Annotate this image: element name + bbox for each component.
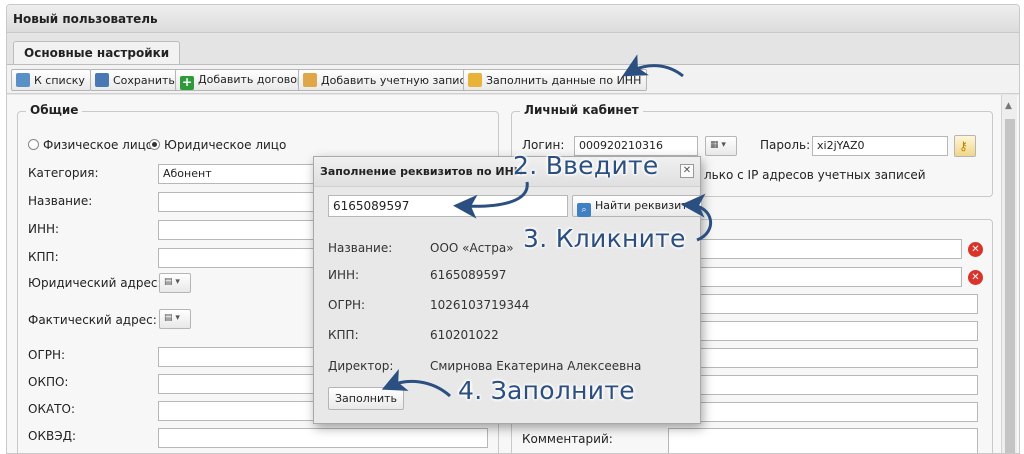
result-kpp-label: КПП: (328, 328, 359, 342)
contact-field-2[interactable] (668, 267, 962, 287)
contact-field-5[interactable] (668, 348, 978, 368)
result-name-value: ООО «Астра» (430, 241, 514, 255)
contact-field-4[interactable] (668, 321, 978, 341)
scroll-up-icon[interactable]: ▲ (1005, 101, 1012, 111)
add-contract-button[interactable]: + Добавить договор (175, 69, 310, 91)
tab-strip: Основные настройки (7, 34, 1019, 64)
add-account-button[interactable]: Добавить учетную запись (298, 69, 478, 91)
result-kpp-value: 610201022 (430, 328, 499, 342)
fill-button[interactable]: Заполнить (328, 387, 404, 410)
name-field[interactable] (158, 192, 318, 212)
radio-individual[interactable]: Физическое лицо (28, 138, 153, 152)
login-label: Логин: (522, 138, 565, 152)
error-icon: ✕ (968, 270, 983, 285)
radio-legal-entity[interactable]: Юридическое лицо (149, 138, 286, 152)
key-icon: ⚷ (959, 139, 968, 153)
inn-field[interactable] (158, 220, 318, 240)
magic-wand-icon (468, 73, 482, 87)
contact-field-6[interactable] (668, 375, 978, 395)
window-title: Новый пользователь (7, 5, 1019, 33)
address-card-icon: ▤ ▾ (164, 313, 180, 323)
radio-selected-icon (149, 139, 160, 150)
category-label: Категория: (28, 166, 99, 180)
kpp-field[interactable] (158, 248, 318, 268)
result-ogrn-label: ОГРН: (328, 298, 366, 312)
result-director-value: Смирнова Екатерина Алексеевна (430, 359, 642, 373)
tab-main-settings[interactable]: Основные настройки (13, 41, 181, 64)
save-icon (95, 73, 109, 87)
password-label: Пароль: (760, 138, 811, 152)
comment-label: Комментарий: (522, 432, 613, 446)
contact-field-1[interactable] (668, 239, 962, 259)
plus-icon: + (180, 75, 194, 90)
legal-address-button[interactable]: ▤ ▾ (159, 273, 191, 293)
comment-field[interactable] (668, 428, 978, 453)
address-card-icon: ▤ ▾ (164, 277, 180, 287)
find-requisites-button[interactable]: ⌕ Найти реквизиты (572, 195, 703, 217)
annotation-step-2: 2. Введите (513, 151, 659, 180)
scroll-thumb[interactable] (1005, 119, 1015, 453)
close-icon[interactable]: ✕ (680, 164, 694, 178)
radio-icon (28, 139, 39, 150)
actual-address-button[interactable]: ▤ ▾ (159, 309, 191, 329)
calendar-icon: ▦ ▾ (710, 140, 726, 150)
dialog-inn-input[interactable]: 6165089597 (328, 195, 568, 217)
name-label: Название: (28, 194, 93, 208)
generate-password-button[interactable]: ⚷ (954, 135, 976, 157)
login-options-button[interactable]: ▦ ▾ (705, 136, 737, 156)
result-inn-label: ИНН: (328, 268, 360, 282)
actual-address-label: Фактический адрес: (28, 313, 157, 327)
ip-note: лько с IP адресов учетных записей (704, 168, 926, 182)
annotation-step-3: 3. Кликните (523, 224, 686, 253)
okved-field[interactable] (158, 428, 488, 448)
annotation-step-4: 4. Заполните (458, 376, 635, 405)
user-add-icon (303, 73, 317, 87)
result-director-label: Директор: (328, 359, 394, 373)
result-ogrn-value: 1026103719344 (430, 298, 530, 312)
contact-field-3[interactable] (668, 294, 978, 314)
result-name-label: Название: (328, 241, 393, 255)
ogrn-label: ОГРН: (28, 348, 66, 362)
kpp-label: КПП: (28, 250, 59, 264)
error-icon: ✕ (968, 242, 983, 257)
password-field[interactable]: xi2jYAZ0 (812, 136, 948, 156)
cabinet-legend: Личный кабинет (520, 103, 643, 117)
okpo-label: ОКПО: (28, 375, 69, 389)
save-button[interactable]: Сохранить (90, 69, 181, 91)
result-inn-value: 6165089597 (430, 268, 507, 282)
inn-label: ИНН: (28, 222, 60, 236)
toolbar: К списку Сохранить + Добавить договор Доб… (7, 64, 1019, 94)
okved-label: ОКВЭД: (28, 429, 76, 443)
general-legend: Общие (26, 103, 83, 117)
category-field[interactable]: Абонент (158, 164, 318, 184)
list-icon (16, 73, 30, 87)
fill-by-inn-button[interactable]: Заполнить данные по ИНН (463, 69, 648, 91)
search-icon: ⌕ (577, 203, 591, 217)
contact-field-7[interactable] (668, 402, 978, 422)
legal-address-label: Юридический адрес: (28, 276, 162, 290)
to-list-button[interactable]: К списку (11, 69, 91, 91)
okato-label: ОКАТО: (28, 402, 75, 416)
vertical-scrollbar[interactable]: ▲ (1001, 95, 1017, 453)
